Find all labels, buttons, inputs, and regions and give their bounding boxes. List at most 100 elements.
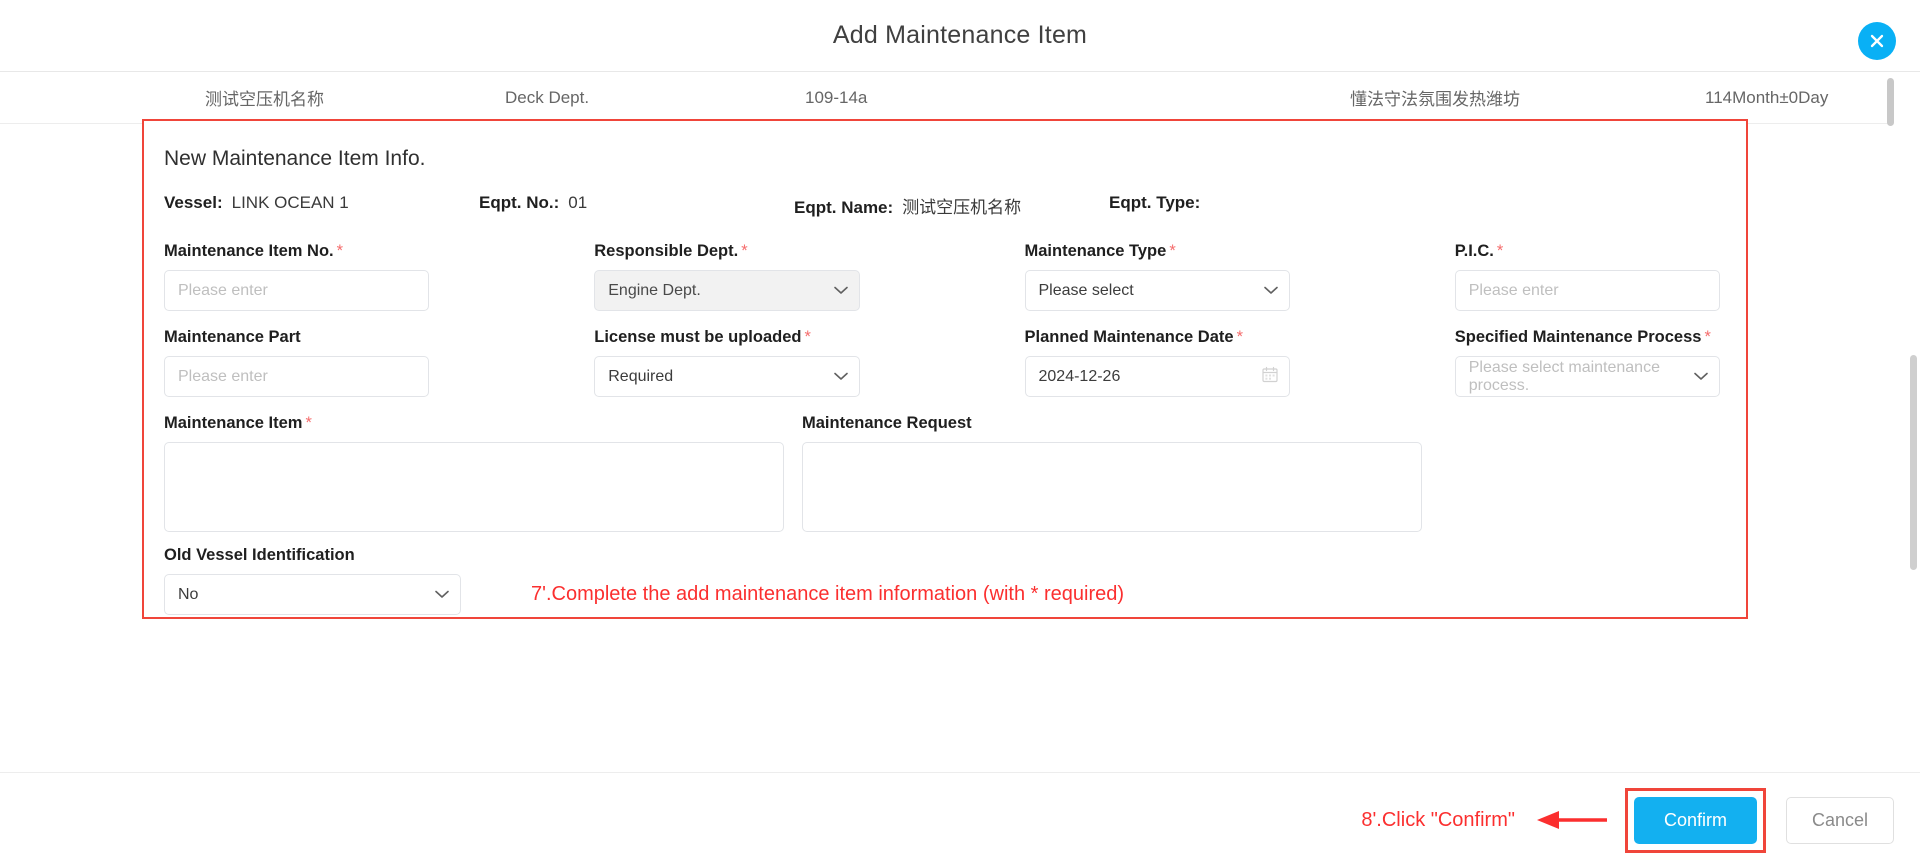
label-text: P.I.C. [1454, 242, 1494, 260]
info-vessel-value: LINK OCEAN 1 [231, 193, 349, 212]
label-responsible-dept: Responsible Dept. * [594, 242, 859, 261]
label-text: Maintenance Part [164, 328, 301, 346]
annotation-arrow-icon [1529, 809, 1607, 831]
annotation-step-8: 8'.Click "Confirm" [1361, 808, 1515, 831]
label-text: Maintenance Type [1024, 242, 1167, 260]
form-row-1: Maintenance Item No. * Please enter Respo… [164, 242, 1720, 311]
info-eqpt-no-value: 01 [568, 193, 588, 212]
label-text: Maintenance Item [164, 414, 303, 432]
input-maintenance-part[interactable]: Please enter [164, 356, 430, 397]
info-vessel: Vessel: LINK OCEAN 1 [164, 193, 479, 218]
table-scrollbar[interactable] [1887, 78, 1894, 126]
info-vessel-label: Vessel: [164, 193, 223, 212]
label-planned-maintenance-date: Planned Maintenance Date * [1025, 328, 1290, 347]
confirm-button[interactable]: Confirm [1633, 796, 1757, 844]
label-text: License must be uploaded [594, 328, 802, 346]
input-planned-maintenance-date[interactable]: 2024-12-26 [1024, 356, 1290, 397]
label-maintenance-request: Maintenance Request [802, 414, 1422, 433]
label-text: Maintenance Item No. [164, 242, 334, 260]
required-asterisk: * [1169, 242, 1176, 260]
equipment-info-row: Vessel: LINK OCEAN 1 Eqpt. No.: 01 Eqpt.… [164, 193, 1720, 218]
chevron-down-icon [833, 282, 848, 300]
table-cell-dept: Deck Dept. [505, 87, 590, 107]
label-maintenance-part: Maintenance Part [164, 328, 429, 347]
label-text: Planned Maintenance Date [1024, 328, 1234, 346]
select-value: Please select maintenance process. [1468, 358, 1660, 394]
label-specified-maintenance-process: Specified Maintenance Process * [1455, 328, 1720, 347]
input-value: Please enter [1468, 281, 1559, 299]
label-text: Responsible Dept. [594, 242, 739, 260]
label-text: Maintenance Request [802, 414, 972, 432]
form-row-3: Maintenance Item * Maintenance Request [164, 414, 1720, 532]
field-maintenance-request: Maintenance Request [802, 414, 1422, 532]
cancel-button[interactable]: Cancel [1785, 796, 1894, 844]
confirm-highlight-box: Confirm [1624, 787, 1766, 853]
field-maintenance-type: Maintenance Type * Please select [1024, 242, 1290, 311]
input-value: Please enter [178, 367, 268, 385]
required-asterisk: * [804, 328, 811, 346]
label-maintenance-item-no: Maintenance Item No. * [164, 242, 429, 261]
select-specified-maintenance-process[interactable]: Please select maintenance process. [1454, 356, 1720, 397]
required-asterisk: * [1496, 242, 1504, 260]
add-maintenance-item-modal: Add Maintenance Item 测试空压机名称 Deck Dept. … [0, 0, 1920, 867]
chevron-down-icon [833, 368, 848, 386]
section-title: New Maintenance Item Info. [164, 147, 426, 170]
select-old-vessel-identification[interactable]: No [164, 574, 461, 615]
info-eqpt-no-label: Eqpt. No.: [479, 193, 560, 212]
info-eqpt-type: Eqpt. Type: [1109, 193, 1369, 218]
required-asterisk: * [336, 242, 344, 260]
field-maintenance-item: Maintenance Item * [164, 414, 784, 532]
select-license-must-be-uploaded[interactable]: Required [594, 356, 860, 397]
info-eqpt-name-value: 测试空压机名称 [902, 198, 1022, 217]
close-glyph [1870, 34, 1884, 48]
table-cell-item-no: 109-14a [805, 87, 868, 107]
calendar-icon [1262, 366, 1278, 387]
info-eqpt-no: Eqpt. No.: 01 [479, 193, 794, 218]
label-pic: P.I.C. * [1455, 242, 1720, 261]
label-license-must-be-uploaded: License must be uploaded * [594, 328, 859, 347]
new-maintenance-item-form: New Maintenance Item Info. Vessel: LINK … [142, 119, 1748, 619]
select-responsible-dept[interactable]: Engine Dept. [594, 270, 860, 311]
select-maintenance-type[interactable]: Please select [1024, 270, 1290, 311]
page-title: Add Maintenance Item [832, 21, 1088, 49]
field-maintenance-item-no: Maintenance Item No. * Please enter [164, 242, 430, 311]
annotation-step-7: 7'.Complete the add maintenance item inf… [531, 583, 1125, 605]
required-asterisk: * [1704, 328, 1711, 346]
label-maintenance-type: Maintenance Type * [1025, 242, 1290, 261]
input-pic[interactable]: Please enter [1454, 270, 1720, 311]
close-icon[interactable] [1858, 22, 1896, 60]
page-scrollbar[interactable] [1910, 355, 1917, 570]
textarea-maintenance-request[interactable] [802, 442, 1422, 532]
info-eqpt-name: Eqpt. Name: 测试空压机名称 [794, 193, 1109, 218]
form-row-4: Old Vessel Identification No 7'.Complete… [164, 546, 1720, 615]
input-maintenance-item-no[interactable]: Please enter [164, 270, 430, 311]
required-asterisk: * [741, 242, 748, 260]
table-row[interactable]: 测试空压机名称 Deck Dept. 109-14a 懂法守法氛围发热潍坊 11… [0, 72, 1890, 124]
field-maintenance-part: Maintenance Part Please enter [164, 328, 430, 397]
chevron-down-icon [435, 586, 449, 604]
field-responsible-dept: Responsible Dept. * Engine Dept. [594, 242, 860, 311]
input-value: Please enter [178, 281, 268, 299]
field-license-must-be-uploaded: License must be uploaded * Required [594, 328, 860, 397]
input-value: 2024-12-26 [1038, 367, 1121, 385]
modal-header: Add Maintenance Item [0, 0, 1920, 72]
required-asterisk: * [305, 414, 312, 432]
label-text: Old Vessel Identification [164, 546, 355, 564]
chevron-down-icon [1263, 282, 1278, 300]
field-specified-maintenance-process: Specified Maintenance Process * Please se… [1454, 328, 1720, 397]
select-value: Engine Dept. [608, 281, 701, 299]
textarea-maintenance-item[interactable] [164, 442, 784, 532]
field-pic: P.I.C. * Please enter [1454, 242, 1720, 311]
info-eqpt-name-label: Eqpt. Name: [794, 198, 894, 217]
required-asterisk: * [1236, 328, 1243, 346]
label-maintenance-item: Maintenance Item * [164, 414, 784, 433]
select-value: No [178, 585, 199, 603]
table-cell-eqpt-name: 测试空压机名称 [205, 90, 324, 109]
form-row-2: Maintenance Part Please enter License mu… [164, 328, 1720, 397]
field-old-vessel-identification: Old Vessel Identification No [164, 546, 461, 615]
label-text: Specified Maintenance Process [1454, 328, 1702, 346]
label-old-vessel-identification: Old Vessel Identification [164, 546, 461, 565]
info-eqpt-type-label: Eqpt. Type: [1109, 193, 1201, 212]
table-cell-description: 懂法守法氛围发热潍坊 [1350, 90, 1520, 109]
select-value: Required [608, 367, 674, 385]
